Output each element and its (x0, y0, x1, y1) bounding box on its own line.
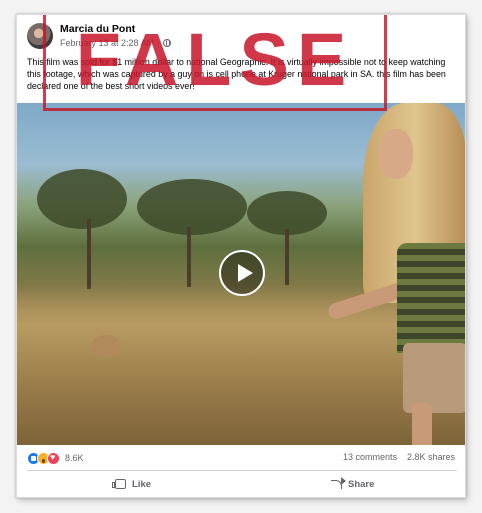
divider (27, 470, 457, 471)
post-stats: 13 comments 2.8K shares (343, 452, 455, 462)
share-icon (331, 476, 346, 489)
video-person-face (379, 129, 413, 179)
video-person-shirt (397, 243, 465, 353)
video-trunk (285, 229, 289, 285)
share-button[interactable]: Share (331, 475, 374, 493)
shares-count[interactable]: 2.8K shares (407, 452, 455, 462)
share-label: Share (348, 478, 375, 490)
play-icon[interactable] (219, 250, 265, 296)
video-person-shorts (403, 343, 465, 413)
like-icon (112, 479, 126, 489)
video-player[interactable] (17, 103, 465, 445)
like-label: Like (132, 478, 152, 490)
post-card: Marcia du Pont February 13 at 2:28 AM · … (16, 14, 466, 498)
reaction-count: 8.6K (65, 453, 84, 463)
reactions-summary[interactable]: 8.6K (27, 450, 84, 466)
video-trunk (87, 219, 91, 289)
video-tree (37, 169, 127, 229)
video-animal (91, 335, 121, 357)
love-reaction-icon (47, 451, 60, 465)
video-tree (137, 179, 247, 235)
video-person-leg (412, 403, 432, 445)
video-trunk (187, 227, 191, 287)
false-stamp: FALSE (43, 15, 387, 111)
comments-count[interactable]: 13 comments (343, 452, 397, 462)
like-button[interactable]: Like (112, 475, 152, 493)
